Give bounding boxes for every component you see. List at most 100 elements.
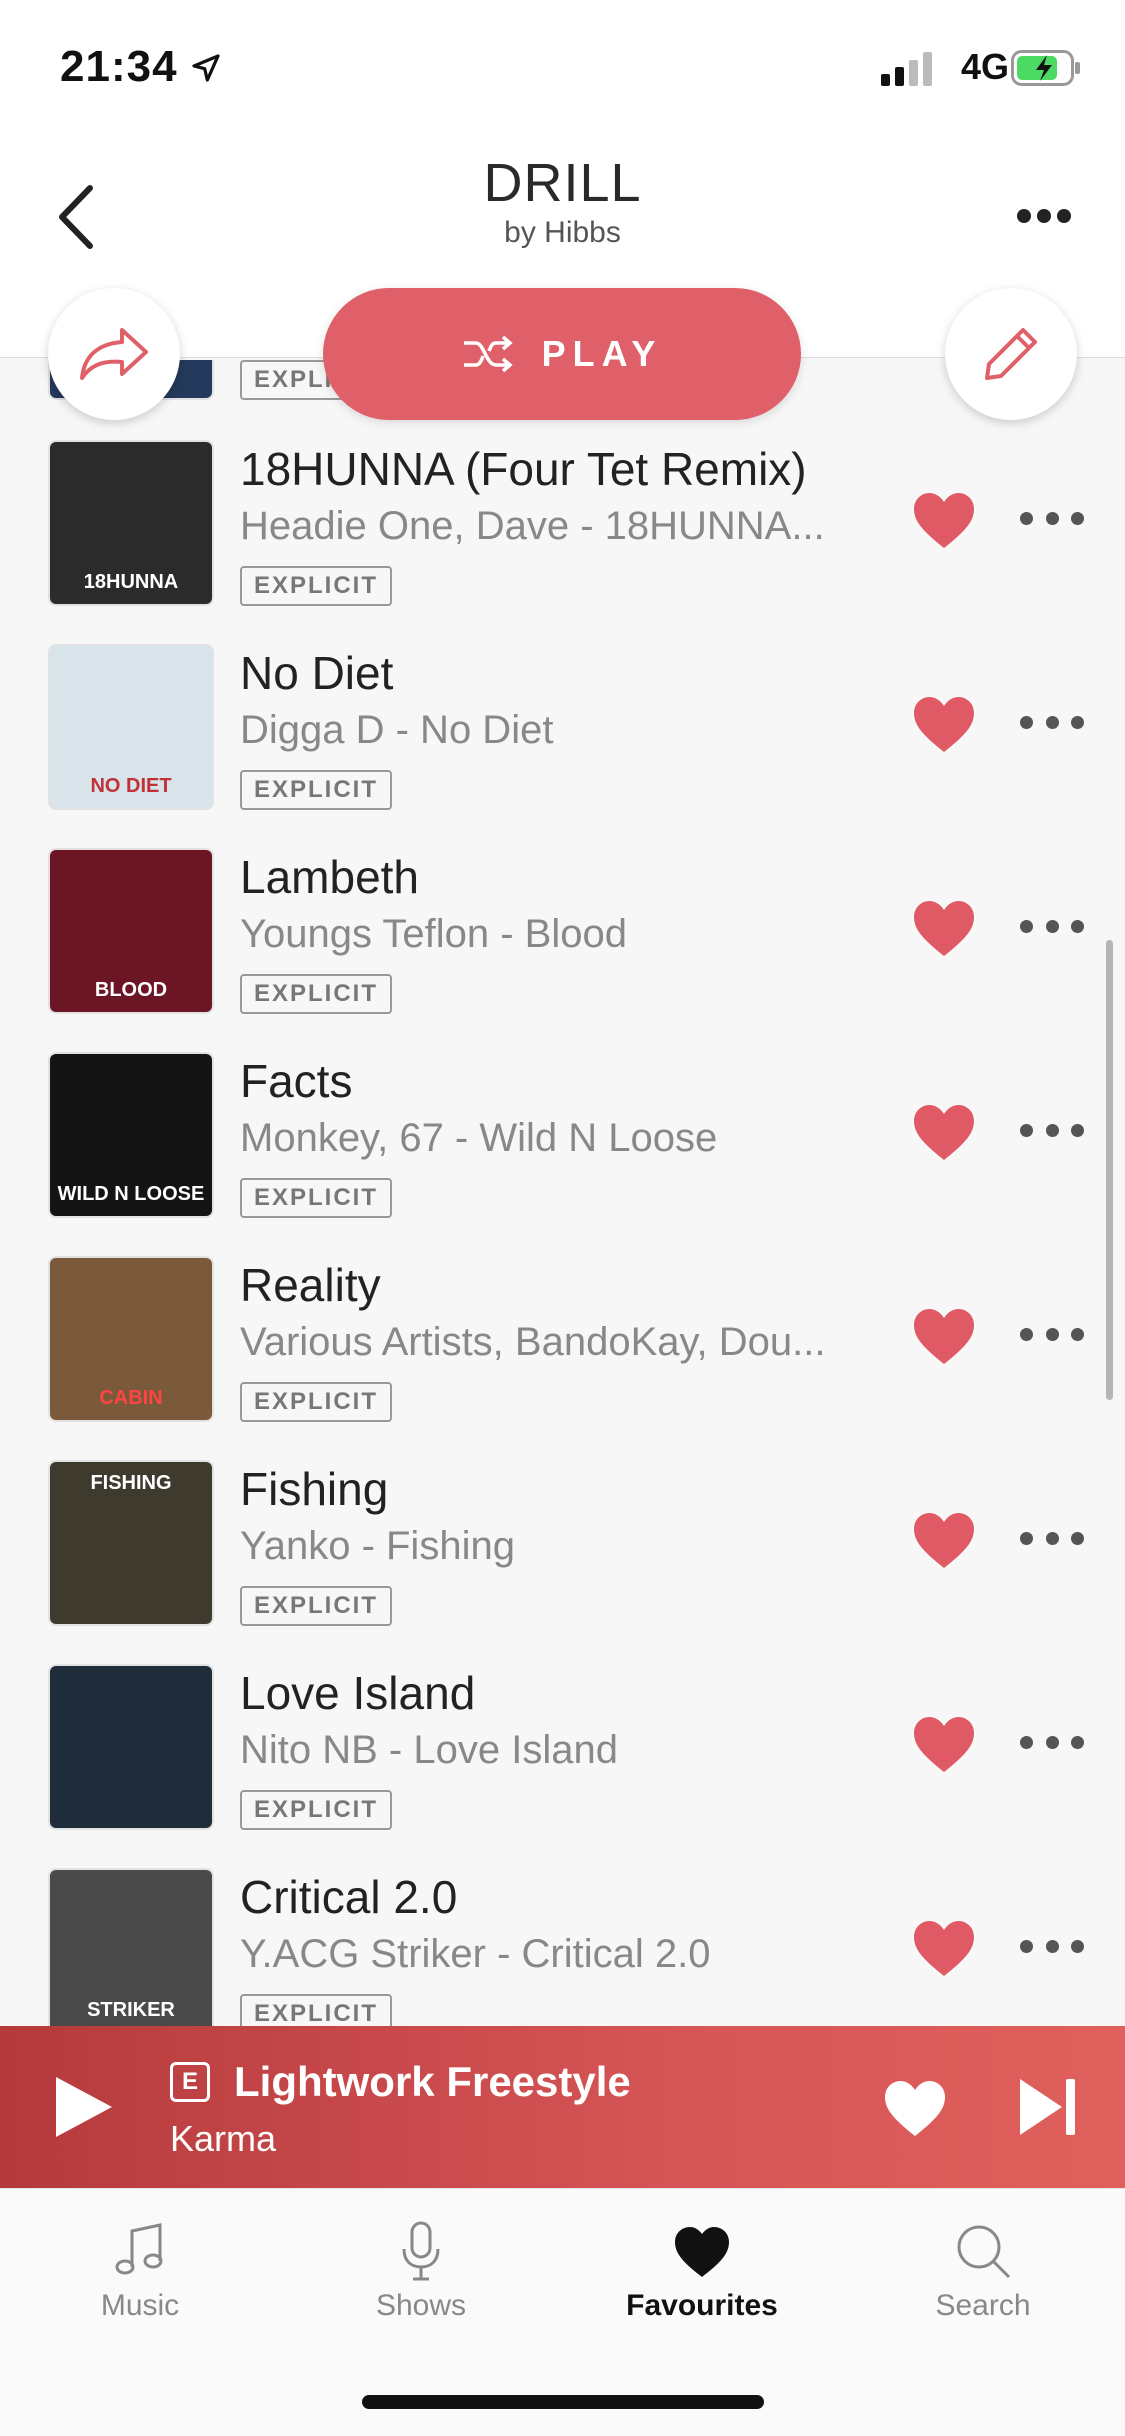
album-art: 18HUNNA	[48, 440, 214, 606]
explicit-badge: EXPLICIT	[240, 1382, 393, 1422]
ellipsis-icon	[1017, 209, 1071, 223]
tab-search[interactable]: Search	[883, 2219, 1083, 2339]
network-type: 4G	[960, 46, 1009, 87]
track-title: Critical 2.0	[240, 1871, 458, 1923]
heart-icon[interactable]	[912, 694, 976, 754]
heart-icon[interactable]	[882, 2078, 948, 2138]
heart-icon[interactable]	[912, 490, 976, 550]
now-playing-title: Lightwork Freestyle	[234, 2058, 631, 2105]
album-art: NO DIET	[48, 644, 214, 810]
explicit-badge: EXPLICIT	[240, 1790, 393, 1830]
explicit-badge: EXPLICIT	[240, 1178, 393, 1218]
album-art-text: STRIKER	[50, 1870, 212, 2026]
heart-icon[interactable]	[912, 1714, 976, 1774]
track-title: Lambeth	[240, 851, 420, 903]
now-playing-artist: Karma	[170, 2118, 277, 2159]
explicit-badge: EXPLICIT	[240, 1586, 393, 1626]
more-options-button[interactable]	[999, 176, 1089, 256]
heart-icon[interactable]	[912, 1102, 976, 1162]
album-art-text: FISHING	[50, 1462, 212, 1624]
track-artist-album: Headie One, Dave - 18HUNNA...	[240, 504, 825, 548]
microphone-icon	[402, 2221, 440, 2281]
explicit-badge: EXPLICIT	[240, 566, 393, 606]
heart-icon[interactable]	[912, 1510, 976, 1570]
status-time: 21:34	[60, 42, 178, 91]
explicit-badge: E	[170, 2062, 210, 2102]
track-title: Love Island	[240, 1667, 476, 1719]
track-title: Reality	[240, 1259, 381, 1311]
heart-icon[interactable]	[912, 898, 976, 958]
scrollbar[interactable]	[1106, 940, 1113, 1400]
shuffle-play-button[interactable]: PLAY	[323, 288, 801, 420]
list-item[interactable]: STRIKER Critical 2.0 Y.ACG Striker - Cri…	[0, 1868, 1125, 2026]
music-note-icon	[115, 2223, 163, 2275]
track-title: Fishing	[240, 1463, 389, 1515]
explicit-badge: EXPLICIT	[240, 1994, 393, 2026]
pencil-icon	[985, 328, 1037, 380]
location-arrow-icon	[192, 54, 220, 82]
explicit-badge: EXPLICIT	[240, 974, 393, 1014]
album-art-text: NO DIET	[50, 646, 212, 808]
album-art: FISHING	[48, 1460, 214, 1626]
track-title: 18HUNNA (Four Tet Remix)	[240, 443, 807, 495]
track-more-button[interactable]	[1020, 1722, 1084, 1762]
track-more-button[interactable]	[1020, 1314, 1084, 1354]
battery-icon	[1011, 50, 1080, 86]
list-item[interactable]: Love Island Nito NB - Love Island EXPLIC…	[0, 1664, 1125, 1868]
album-art: WILD N LOOSE	[48, 1052, 214, 1218]
list-item[interactable]: BLOOD Lambeth Youngs Teflon - Blood EXPL…	[0, 848, 1125, 1052]
home-indicator[interactable]	[362, 2395, 764, 2409]
skip-next-icon[interactable]	[1018, 2076, 1078, 2138]
track-artist-album: Various Artists, BandoKay, Dou...	[240, 1320, 826, 1364]
album-art: BLOOD	[48, 848, 214, 1014]
track-more-button[interactable]	[1020, 1926, 1084, 1966]
track-artist-album: Nito NB - Love Island	[240, 1728, 618, 1772]
album-art-text: BLOOD	[50, 850, 212, 1012]
track-more-button[interactable]	[1020, 1110, 1084, 1150]
track-artist-album: Digga D - No Diet	[240, 708, 554, 752]
heart-icon[interactable]	[912, 1918, 976, 1978]
track-more-button[interactable]	[1020, 1518, 1084, 1558]
list-item[interactable]: 18HUNNA 18HUNNA (Four Tet Remix) Headie …	[0, 440, 1125, 644]
track-artist-album: Youngs Teflon - Blood	[240, 912, 627, 956]
page-title: DRILL	[483, 153, 642, 213]
play-icon[interactable]	[52, 2074, 116, 2140]
tab-music[interactable]: Music	[40, 2219, 240, 2339]
track-more-button[interactable]	[1020, 498, 1084, 538]
album-art	[48, 1664, 214, 1830]
tab-label: Music	[100, 2289, 180, 2322]
heart-icon[interactable]	[912, 1306, 976, 1366]
share-button[interactable]	[48, 288, 180, 420]
explicit-badge: EXPLICIT	[240, 770, 393, 810]
tab-label: Shows	[375, 2289, 467, 2322]
edit-button[interactable]	[945, 288, 1077, 420]
album-art-text: CABIN	[50, 1258, 212, 1420]
tab-shows[interactable]: Shows	[321, 2219, 521, 2339]
album-art-text: WILD N LOOSE	[50, 1054, 212, 1216]
search-icon	[957, 2225, 1011, 2279]
album-art-text: 18HUNNA	[50, 442, 212, 604]
album-art: STRIKER	[48, 1868, 214, 2026]
list-item[interactable]: CABIN Reality Various Artists, BandoKay,…	[0, 1256, 1125, 1460]
track-artist-album: Monkey, 67 - Wild N Loose	[240, 1116, 718, 1160]
list-item[interactable]: WILD N LOOSE Facts Monkey, 67 - Wild N L…	[0, 1052, 1125, 1256]
track-more-button[interactable]	[1020, 906, 1084, 946]
mini-player[interactable]: E Lightwork Freestyle Karma	[0, 2026, 1125, 2188]
list-item[interactable]: NO DIET No Diet Digga D - No Diet EXPLIC…	[0, 644, 1125, 848]
album-art-text	[50, 1666, 212, 1828]
share-icon	[80, 328, 148, 380]
playlist-owner: by Hibbs	[504, 216, 621, 249]
tab-favourites[interactable]: Favourites	[602, 2219, 802, 2339]
album-art: CABIN	[48, 1256, 214, 1422]
shuffle-icon	[463, 335, 513, 373]
tab-label: Favourites	[626, 2289, 778, 2322]
list-item[interactable]: FISHING Fishing Yanko - Fishing EXPLICIT	[0, 1460, 1125, 1664]
cellular-signal-icon	[881, 52, 932, 86]
track-title: No Diet	[240, 647, 394, 699]
track-artist-album: Yanko - Fishing	[240, 1524, 515, 1568]
track-list[interactable]: EXPLICIT 18HUNNA 18HUNNA (Four Tet Remix…	[0, 360, 1125, 2026]
track-title: Facts	[240, 1055, 353, 1107]
status-bar: 21:34 4G	[0, 0, 1125, 140]
track-more-button[interactable]	[1020, 702, 1084, 742]
heart-icon	[675, 2227, 729, 2277]
